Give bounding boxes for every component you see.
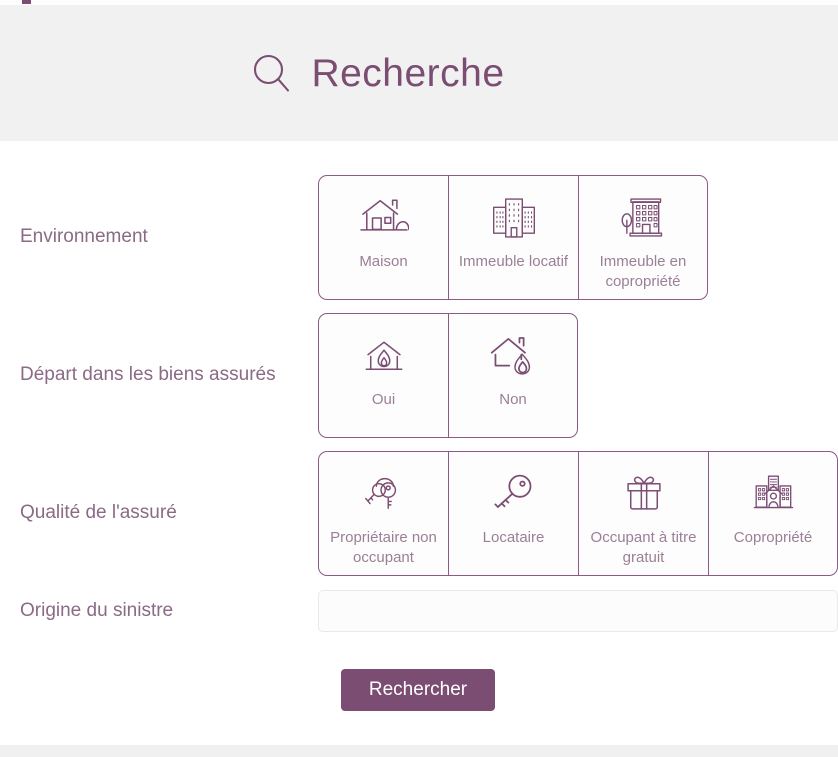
header-inner: Recherche <box>249 50 504 96</box>
form-row-qualite-assure: Qualité de l'assuré Propriétaire non occ… <box>0 451 838 576</box>
cutoff-logo-fragment <box>22 0 31 4</box>
option-card-maison[interactable]: Maison <box>318 175 448 300</box>
page-title: Recherche <box>311 51 505 95</box>
option-card-copropriete[interactable]: Copropriété <box>708 451 838 576</box>
option-label: Locataire <box>482 529 545 546</box>
page-header: Recherche <box>0 5 838 141</box>
key-icon <box>488 468 540 518</box>
option-card-occupant-titre-gratuit[interactable]: Occupant à titre gratuit <box>578 451 708 576</box>
option-card-locataire[interactable]: Locataire <box>448 451 578 576</box>
house-icon <box>358 192 410 242</box>
house-fire-inside-icon <box>358 330 410 380</box>
option-label: Immeuble en copropriété <box>599 253 687 290</box>
gift-icon <box>618 468 670 518</box>
rechercher-button[interactable]: Rechercher <box>340 669 496 711</box>
option-label: Maison <box>359 253 408 270</box>
submit-row: Rechercher <box>0 669 838 711</box>
option-label: Immeuble locatif <box>458 253 569 270</box>
option-label: Occupant à titre gratuit <box>590 529 697 566</box>
building-with-tree-icon <box>617 192 669 242</box>
form-row-environnement: Environnement Maison Immeuble locatif Im… <box>0 175 838 300</box>
option-label: Propriétaire non occupant <box>330 529 437 566</box>
option-label: Oui <box>371 391 396 408</box>
option-group-qualite-assure: Propriétaire non occupant Locataire Occu… <box>318 451 838 576</box>
search-form: Environnement Maison Immeuble locatif Im… <box>0 141 838 745</box>
page-footer <box>0 745 838 757</box>
row-label-environnement: Environnement <box>20 226 148 248</box>
option-group-environnement: Maison Immeuble locatif Immeuble en copr… <box>318 175 708 300</box>
row-label-depart-biens-assures: Départ dans les biens assurés <box>20 364 276 386</box>
buildings-person-icon <box>747 468 799 518</box>
option-label: Copropriété <box>733 529 813 546</box>
search-page: Recherche Environnement Maison Immeuble … <box>0 0 838 757</box>
apartment-buildings-icon <box>488 192 540 242</box>
option-card-immeuble-copropriete[interactable]: Immeuble en copropriété <box>578 175 708 300</box>
search-icon <box>249 50 295 96</box>
option-label: Non <box>499 391 527 408</box>
form-row-depart-biens-assures: Départ dans les biens assurés Oui Non <box>0 313 838 438</box>
form-row-origine-sinistre: Origine du sinistre <box>0 589 838 633</box>
option-card-oui[interactable]: Oui <box>318 313 448 438</box>
row-label-origine-sinistre: Origine du sinistre <box>20 599 174 621</box>
row-label-qualite-assure: Qualité de l'assuré <box>20 502 177 524</box>
option-card-proprietaire-non-occupant[interactable]: Propriétaire non occupant <box>318 451 448 576</box>
option-card-immeuble-locatif[interactable]: Immeuble locatif <box>448 175 578 300</box>
option-group-depart-biens-assures: Oui Non <box>318 313 578 438</box>
keyring-icon <box>358 468 410 518</box>
option-card-non[interactable]: Non <box>448 313 578 438</box>
house-fire-outside-icon <box>487 330 539 380</box>
origine-sinistre-input[interactable] <box>318 590 838 632</box>
